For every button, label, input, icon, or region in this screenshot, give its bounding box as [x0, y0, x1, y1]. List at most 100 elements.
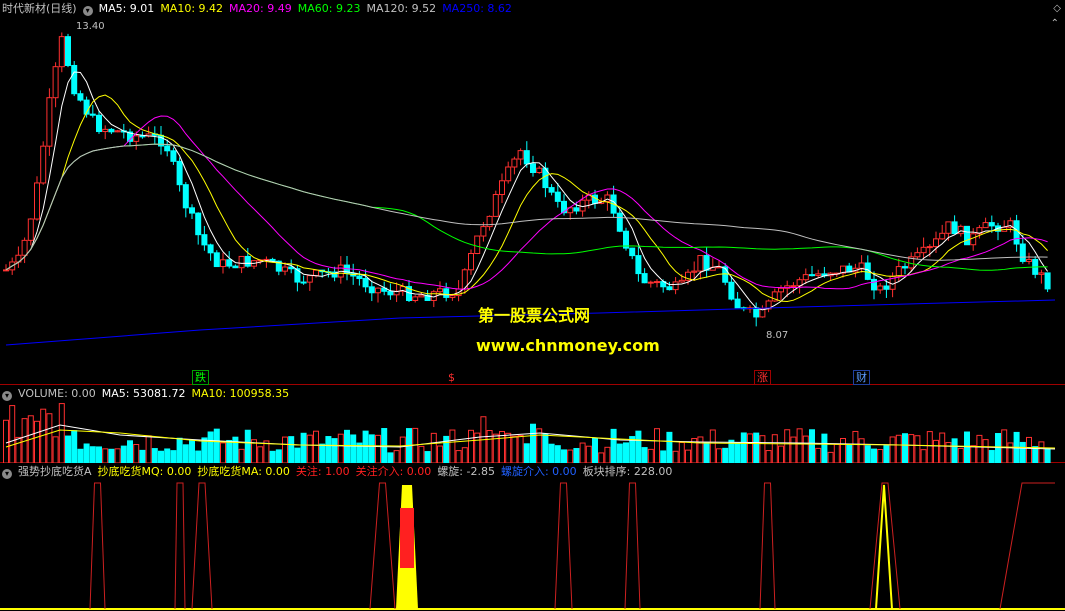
volume-bar: [424, 451, 431, 463]
volume-bar: [920, 449, 927, 463]
volume-bar: [46, 413, 53, 463]
volume-bar: [852, 430, 859, 463]
ma-indicator-row: MA5: 9.01 MA10: 9.42 MA20: 9.49 MA60: 9.23 M…: [99, 2, 518, 15]
candle: [176, 157, 183, 192]
volume-bar: [1019, 441, 1026, 463]
candle: [517, 148, 524, 166]
volume-bar: [833, 443, 840, 463]
candle: [375, 287, 381, 303]
volume-bar: [654, 428, 660, 463]
volume-bar: [213, 428, 220, 463]
volume-bar: [877, 448, 884, 463]
volume-bar: [579, 442, 586, 463]
volume-bar: [995, 433, 1001, 463]
candle: [964, 225, 970, 246]
indicator-value-0: 抄底吃货MQ: 0.00: [97, 465, 192, 478]
candle: [635, 245, 642, 282]
volume-bar: [821, 433, 828, 463]
indicator-panel[interactable]: ▾ 强势抄底吃货A 抄底吃货MQ: 0.00 抄底吃货MA: 0.00 关注: 1.00…: [0, 463, 1065, 611]
volume-bar: [1032, 446, 1039, 463]
event-marker-fall[interactable]: 跌: [192, 370, 209, 385]
volume-panel[interactable]: ▾ VOLUME: 0.00 MA5: 53081.72 MA10: 100958.3…: [0, 385, 1065, 463]
volume-bar: [114, 448, 121, 463]
volume-ma10: MA10: 100958.35: [191, 387, 290, 400]
indicator-spike: [369, 482, 396, 610]
indicator-spike: [174, 482, 186, 610]
candle: [15, 246, 22, 268]
candle: [58, 32, 65, 73]
volume-bar: [399, 436, 406, 463]
volume-bar: [964, 431, 970, 463]
candle: [672, 277, 679, 295]
volume-bar: [784, 429, 791, 463]
volume-bar: [461, 447, 468, 463]
candle: [461, 268, 468, 294]
ma-label-2: MA20: 9.49: [229, 2, 292, 15]
volume-bar: [300, 432, 307, 463]
indicator-value-5: 螺旋介入: 0.00: [500, 465, 577, 478]
price-chart-panel[interactable]: 时代新材(日线) ▾ MA5: 9.01 MA10: 9.42 MA20: 9.49 MA…: [0, 0, 1065, 385]
candle: [604, 191, 611, 211]
candle: [536, 166, 543, 174]
expand-diamond-icon[interactable]: ◇: [1053, 3, 1061, 14]
volume-bar: [740, 432, 747, 463]
volume-bar: [368, 434, 375, 463]
candle: [654, 279, 660, 288]
candle: [306, 274, 313, 291]
candle: [505, 161, 512, 184]
volume-bar: [722, 447, 729, 463]
candle: [46, 88, 53, 156]
volume-bar: [523, 443, 530, 463]
candle: [387, 283, 394, 300]
volume-bar: [647, 448, 654, 463]
volume-bar: [511, 435, 518, 463]
candle: [641, 268, 648, 284]
event-marker-rise[interactable]: 涨: [754, 370, 771, 385]
volume-bar: [120, 445, 127, 463]
indicator-spike: [89, 482, 106, 610]
volume-bar: [3, 419, 9, 463]
candle: [213, 250, 220, 268]
event-marker-dollar[interactable]: $: [446, 371, 457, 384]
candle: [108, 127, 115, 135]
indicator-settings-icon[interactable]: ▾: [2, 469, 12, 479]
scroll-up-icon[interactable]: ⌃: [1051, 18, 1059, 29]
volume-bar: [840, 438, 846, 463]
volume-bar: [275, 449, 282, 463]
volume-bar: [71, 430, 78, 463]
candle: [3, 264, 9, 272]
candle: [920, 237, 927, 259]
ma-label-4: MA120: 9.52: [366, 2, 437, 15]
volume-bar: [331, 438, 338, 463]
volume-bar: [319, 443, 326, 463]
volume-bar: [375, 434, 381, 463]
volume-bar: [387, 452, 394, 463]
candle: [623, 227, 629, 251]
candle: [530, 155, 536, 177]
volume-bar: [957, 447, 964, 463]
indicator-spike: [624, 482, 641, 610]
candle: [182, 182, 189, 218]
candle: [52, 62, 59, 108]
candle: [629, 247, 636, 260]
volume-bar: [672, 450, 679, 463]
volume-bar: [127, 440, 133, 463]
candle: [232, 264, 239, 269]
settings-circle-icon[interactable]: ▾: [82, 6, 93, 16]
event-marker-finance[interactable]: 财: [853, 370, 870, 385]
volume-bar: [790, 436, 797, 463]
candle: [71, 61, 78, 97]
candle: [492, 190, 499, 217]
candle: [207, 243, 214, 261]
candle: [709, 258, 716, 271]
volume-bar: [195, 450, 202, 463]
price-header: 时代新材(日线) ▾ MA5: 9.01 MA10: 9.42 MA20: 9.49 MA…: [2, 2, 524, 16]
volume-bar: [883, 445, 890, 463]
candle: [96, 110, 102, 134]
price-chart-canvas[interactable]: [0, 0, 1065, 385]
volume-bar: [858, 438, 865, 463]
indicator-value-2: 关注: 1.00: [295, 465, 350, 478]
volume-settings-icon[interactable]: ▾: [2, 391, 12, 401]
indicator-chart-canvas[interactable]: [0, 463, 1065, 611]
volume-bar: [592, 437, 598, 463]
